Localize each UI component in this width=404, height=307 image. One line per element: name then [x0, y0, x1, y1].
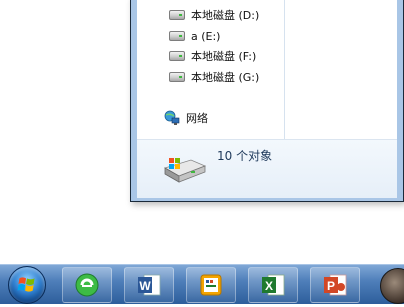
nav-item-label: a (E:) — [191, 29, 221, 43]
taskbar: W X P — [0, 264, 404, 304]
nav-item-network[interactable]: 网络 — [164, 110, 208, 126]
network-icon — [164, 110, 180, 126]
nav-item-label: 网络 — [186, 112, 208, 125]
svg-text:W: W — [139, 279, 151, 293]
nav-item-label: 本地磁盘 (D:) — [191, 9, 260, 22]
nav-item-drive-g[interactable]: 本地磁盘 (G:) — [169, 69, 259, 85]
internet-explorer-icon — [75, 273, 99, 297]
taskbar-image-viewer-button[interactable] — [186, 267, 236, 303]
file-list-area[interactable] — [285, 0, 397, 139]
windows-start-orb-icon[interactable] — [8, 266, 46, 304]
details-pane: 10 个对象 — [137, 139, 397, 198]
nav-item-label: 本地磁盘 (G:) — [191, 71, 260, 84]
computer-drive-icon — [161, 154, 207, 184]
word-icon: W — [138, 274, 161, 296]
hard-drive-icon — [169, 51, 185, 61]
nav-item-drive-e[interactable]: a (E:) — [169, 28, 220, 44]
avatar-icon[interactable] — [380, 268, 404, 304]
excel-icon: X — [262, 274, 285, 296]
nav-item-drive-f[interactable]: 本地磁盘 (F:) — [169, 48, 256, 64]
image-viewer-icon — [200, 274, 222, 296]
hard-drive-icon — [169, 10, 185, 20]
taskbar-ie-button[interactable] — [62, 267, 112, 303]
navigation-pane: 本地磁盘 (D:) a (E:) 本地磁盘 (F:) 本地磁盘 (G:) 网络 — [137, 0, 285, 139]
nav-item-drive-d[interactable]: 本地磁盘 (D:) — [169, 7, 259, 23]
taskbar-excel-button[interactable]: X — [248, 267, 298, 303]
svg-text:P: P — [327, 279, 335, 293]
nav-item-label: 本地磁盘 (F:) — [191, 50, 257, 63]
taskbar-powerpoint-button[interactable]: P — [310, 267, 360, 303]
item-count-text: 10 个对象 — [217, 149, 273, 163]
svg-text:X: X — [265, 279, 273, 293]
hard-drive-icon — [169, 72, 185, 82]
powerpoint-icon: P — [324, 274, 347, 296]
taskbar-word-button[interactable]: W — [124, 267, 174, 303]
hard-drive-icon — [169, 31, 185, 41]
explorer-window: 本地磁盘 (D:) a (E:) 本地磁盘 (F:) 本地磁盘 (G:) 网络 — [130, 0, 404, 202]
